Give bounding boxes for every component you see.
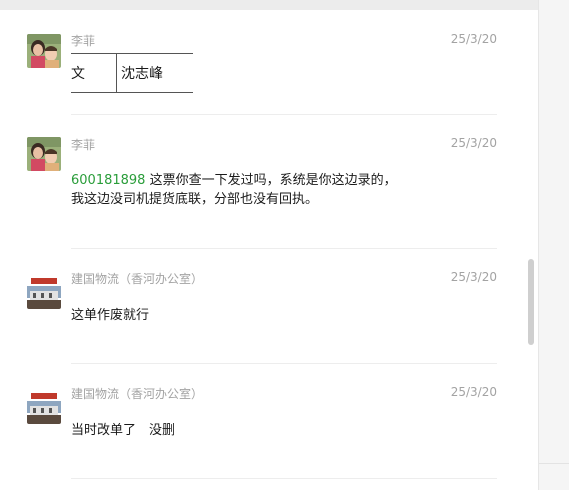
message-text-line: 这票你查一下发过吗，系统是你这边录的，	[145, 173, 397, 188]
message-text: 600181898 这票你查一下发过吗，系统是你这边录的， 我这边没司机提货底联…	[71, 171, 397, 209]
list-item[interactable]: 李菲 25/3/20 文 沈志峰	[0, 10, 538, 114]
top-bar	[0, 0, 538, 10]
order-number-link[interactable]: 600181898	[71, 173, 145, 188]
message-time: 25/3/20	[450, 32, 497, 46]
message-text: 当时改单了 没删	[71, 423, 176, 438]
message-time: 25/3/20	[450, 136, 497, 150]
message-time: 25/3/20	[450, 270, 497, 284]
sender-name: 建国物流（香河办公室）	[71, 272, 204, 286]
list-item[interactable]: 李菲 25/3/20 600181898 这票你查一下发过吗，系统是你这边录的，…	[0, 115, 538, 248]
avatar[interactable]	[27, 34, 61, 68]
list-item[interactable]: 建国物流（香河办公室） 25/3/20 这单作废就行	[0, 249, 538, 362]
list-item[interactable]: 建国物流（香河办公室） 25/3/20 当时改单了 没删	[0, 364, 538, 490]
message-time: 25/3/20	[450, 385, 497, 399]
table-cell: 文	[71, 53, 117, 93]
panel-divider	[539, 463, 569, 464]
message-divider	[71, 478, 497, 479]
avatar[interactable]	[27, 275, 61, 309]
sender-name: 李菲	[71, 34, 96, 48]
avatar[interactable]	[27, 390, 61, 424]
avatar[interactable]	[27, 137, 61, 171]
message-table: 文 沈志峰	[71, 53, 193, 93]
sender-name: 建国物流（香河办公室）	[71, 387, 204, 401]
scrollbar-thumb[interactable]	[528, 259, 534, 345]
message-text-line: 我这边没司机提货底联，分部也没有回执。	[71, 192, 319, 207]
sender-name: 李菲	[71, 138, 96, 152]
message-text: 这单作废就行	[71, 308, 150, 323]
right-panel	[538, 0, 569, 490]
table-cell: 沈志峰	[116, 53, 193, 93]
message-list: 李菲 25/3/20 文 沈志峰 李菲 25/3/20 600181898 这票…	[0, 10, 538, 490]
